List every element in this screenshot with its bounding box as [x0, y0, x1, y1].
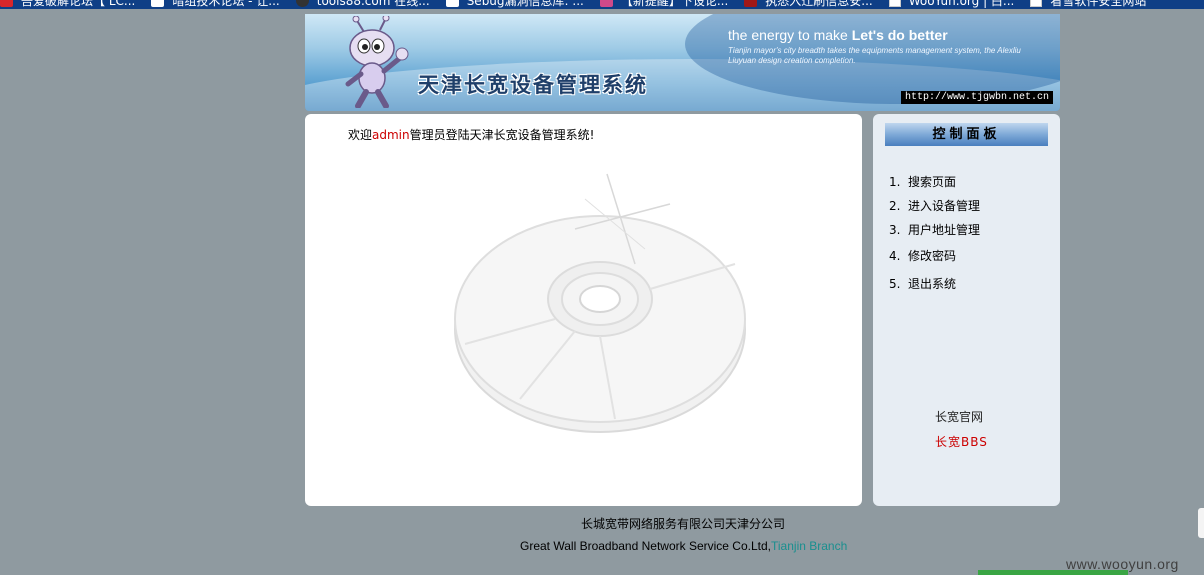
checkbox-icon	[1030, 0, 1043, 7]
footer-company-name: Great Wall Broadband Network Service Co.…	[520, 539, 771, 553]
red-badge-icon	[0, 0, 13, 7]
pink-logo-icon	[599, 0, 613, 7]
scrollbar-edge[interactable]	[1198, 508, 1204, 538]
banner-title: 天津长宽设备管理系统	[418, 72, 648, 97]
menu-item-number: 3.	[889, 223, 901, 237]
menu-item-logout[interactable]: 5. 退出系统	[889, 276, 980, 300]
banner-subtitle: Tianjin mayor's city breadth takes the e…	[728, 46, 1021, 65]
bookmark-label: 执悉入迁刷信息安...	[765, 0, 873, 8]
bookmark-item[interactable]: WooYun.org | 白...	[888, 0, 1015, 9]
bookmarks-bar: 吾爱破解论坛【 LC... 暗组技术论坛 - 让... tools88.com …	[0, 0, 1204, 9]
s-logo-icon	[445, 0, 459, 7]
bookmark-item[interactable]: 执悉入迁刷信息安...	[744, 0, 873, 9]
welcome-prefix: 欢迎	[348, 128, 373, 142]
bbs-link[interactable]: 长宽BBS	[935, 433, 988, 450]
bookmark-label: 暗组技术论坛 - 让...	[172, 0, 280, 8]
footer-company-en: Great Wall Broadband Network Service Co.…	[520, 539, 847, 553]
circle-logo-icon	[295, 0, 309, 7]
menu-item-number: 4.	[889, 249, 901, 263]
menu-item-user-address[interactable]: 3. 用户地址管理	[889, 222, 980, 248]
cd-disc-icon	[454, 173, 746, 433]
menu-item-device-management[interactable]: 2. 进入设备管理	[889, 198, 980, 222]
red-x-logo-icon	[744, 0, 758, 7]
bookmark-item[interactable]: 吾爱破解论坛【 LC...	[0, 0, 135, 9]
main-panel: 欢迎admin管理员登陆天津长宽设备管理系统!	[305, 114, 862, 506]
menu-item-label: 用户地址管理	[908, 223, 981, 237]
x-logo-icon	[151, 0, 165, 7]
control-menu: 1. 搜索页面 2. 进入设备管理 3. 用户地址管理 4. 修改密码 5. 退出系统	[889, 174, 980, 300]
menu-item-number: 1.	[889, 175, 901, 189]
control-panel-heading: 控制面板	[885, 123, 1048, 146]
bookmark-label: 【新提醒】下设论...	[620, 0, 729, 8]
bookmark-label: tools88.com 在线...	[316, 0, 430, 8]
slogan-prefix: the energy to make	[728, 27, 852, 43]
footer-company-cn: 长城宽带网络服务有限公司天津分公司	[581, 517, 786, 531]
bookmark-item[interactable]: tools88.com 在线...	[295, 0, 430, 9]
slogan-bold: Let's do better	[851, 27, 948, 43]
bookmark-item[interactable]: 暗组技术论坛 - 让...	[151, 0, 280, 9]
menu-item-change-password[interactable]: 4. 修改密码	[889, 248, 980, 276]
footer-branch: Tianjin Branch	[771, 539, 848, 553]
menu-item-number: 2.	[889, 199, 901, 213]
bookmark-label: 看雪软件安全网站	[1050, 0, 1147, 8]
welcome-username: admin	[372, 128, 410, 142]
official-site-link[interactable]: 长宽官网	[935, 408, 983, 425]
bookmark-label: WooYun.org | 白...	[908, 0, 1015, 8]
bookmark-label: 吾爱破解论坛【 LC...	[21, 0, 136, 8]
banner-url[interactable]: http://www.tjgwbn.net.cn	[901, 91, 1054, 104]
welcome-suffix: 管理员登陆天津长宽设备管理系统!	[409, 128, 595, 142]
menu-item-label: 进入设备管理	[908, 199, 981, 213]
bookmark-item[interactable]: 看雪软件安全网站	[1030, 0, 1146, 9]
menu-item-label: 修改密码	[908, 249, 957, 263]
menu-item-search[interactable]: 1. 搜索页面	[889, 174, 980, 198]
alien-mascot-icon	[345, 16, 409, 108]
bookmark-item[interactable]: 【新提醒】下设论...	[599, 0, 729, 9]
checkbox-icon	[888, 0, 901, 7]
menu-item-label: 退出系统	[908, 277, 957, 291]
header-banner: 天津长宽设备管理系统 the energy to make Let's do b…	[305, 14, 1060, 111]
welcome-message: 欢迎admin管理员登陆天津长宽设备管理系统!	[348, 126, 594, 143]
banner-slogan: the energy to make Let's do better	[728, 27, 948, 43]
control-panel: 控制面板 1. 搜索页面 2. 进入设备管理 3. 用户地址管理 4. 修改密码 5. 退…	[873, 114, 1060, 506]
watermark-text: www.wooyun.org	[1066, 556, 1179, 572]
menu-item-number: 5.	[889, 277, 901, 291]
bookmark-item[interactable]: Sebug漏洞信息库: ...	[445, 0, 584, 9]
menu-item-label: 搜索页面	[908, 175, 957, 189]
bookmark-label: Sebug漏洞信息库: ...	[466, 0, 584, 8]
